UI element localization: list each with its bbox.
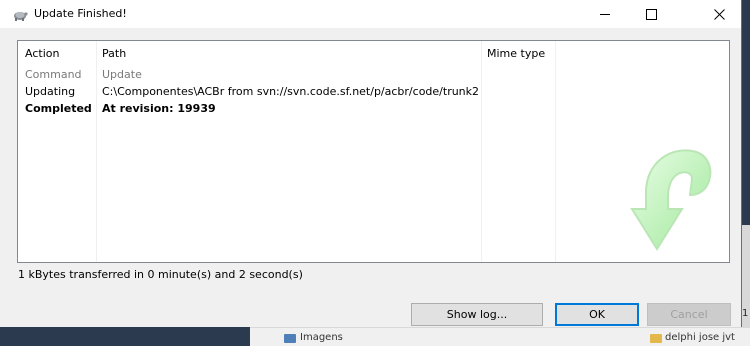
maximize-icon [645, 8, 657, 20]
ok-button[interactable]: OK [555, 303, 639, 326]
maximize-button[interactable] [628, 0, 674, 28]
close-button[interactable] [696, 0, 742, 28]
minimize-button[interactable] [582, 0, 628, 28]
column-header-mime-type[interactable]: Mime type [487, 47, 545, 60]
row-action[interactable]: Updating [25, 85, 75, 98]
transfer-status-text: 1 kBytes transferred in 0 minute(s) and … [18, 268, 303, 281]
cancel-button[interactable]: Cancel [647, 303, 731, 326]
background-window-edge: 1 [742, 225, 750, 327]
title-bar[interactable]: Update Finished! [0, 0, 741, 28]
show-log-button[interactable]: Show log... [411, 303, 543, 326]
row-action[interactable]: Completed [25, 102, 92, 115]
folder-icon [284, 334, 296, 343]
column-separator [555, 41, 556, 262]
close-icon [713, 8, 725, 20]
background-window: Imagens delphi jose jvt [250, 327, 750, 346]
folder-icon [650, 334, 662, 343]
row-path[interactable]: C:\Componentes\ACBr from svn://svn.code.… [102, 85, 479, 98]
row-action[interactable]: Command [25, 68, 82, 81]
tortoise-icon [14, 12, 28, 21]
curved-down-arrow-icon [630, 149, 712, 251]
update-finished-dialog: Update Finished! Action Path Mime type C… [0, 0, 742, 327]
row-path[interactable]: Update [102, 68, 142, 81]
column-separator [481, 41, 482, 262]
column-header-action[interactable]: Action [25, 47, 59, 60]
row-path[interactable]: At revision: 19939 [102, 102, 216, 115]
background-folder-label: delphi jose jvt [665, 332, 735, 343]
column-header-path[interactable]: Path [102, 47, 126, 60]
minimize-icon [600, 13, 610, 15]
background-folder-label: Imagens [300, 332, 343, 343]
column-separator [96, 41, 97, 262]
background-edge-text: 1 [742, 308, 749, 319]
update-list-view[interactable]: Action Path Mime type Command Update Upd… [17, 40, 730, 263]
window-title: Update Finished! [34, 7, 127, 20]
